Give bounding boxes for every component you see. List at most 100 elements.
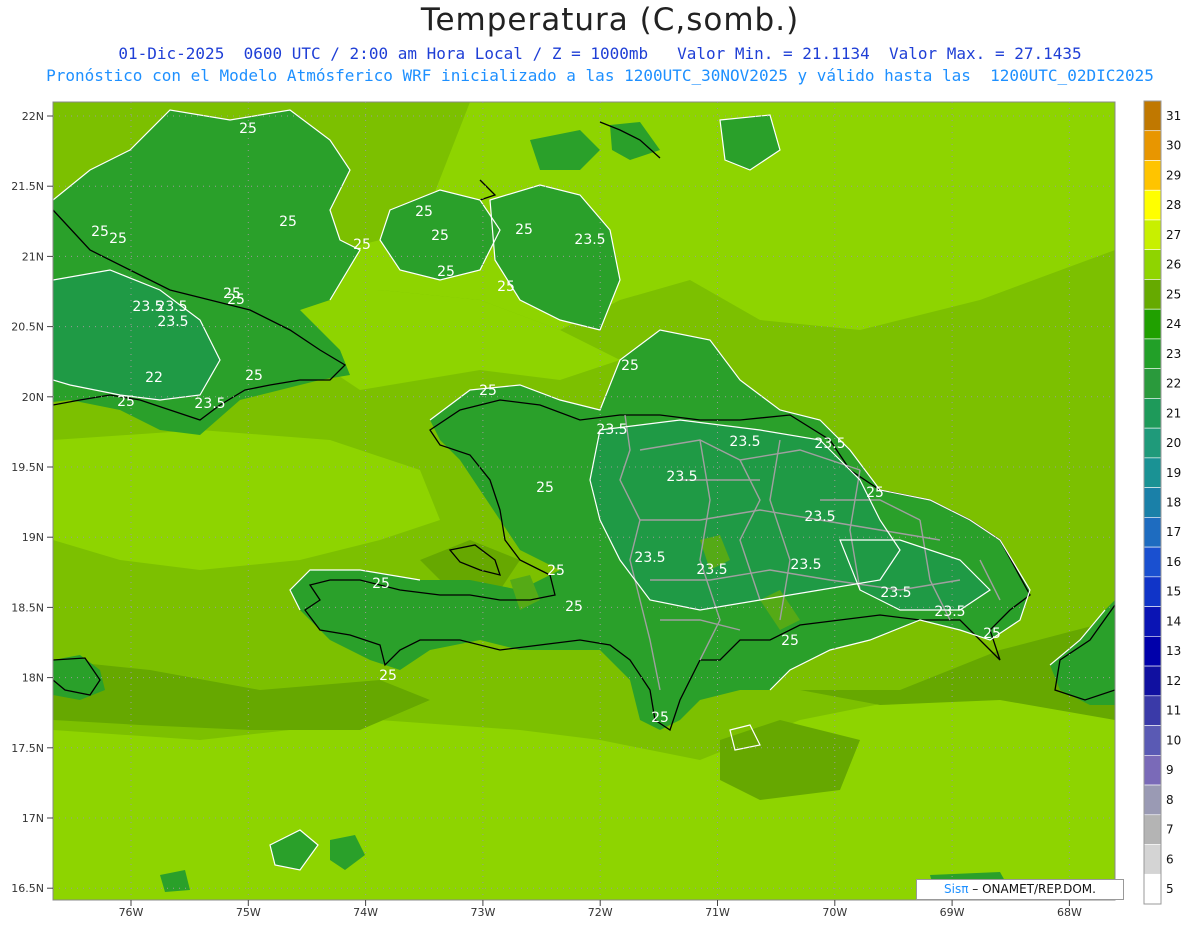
colorbar-swatch bbox=[1143, 695, 1162, 726]
lon-tick-label: 71W bbox=[705, 906, 730, 919]
colorbar-swatch bbox=[1143, 844, 1162, 875]
colorbar-label: 21 bbox=[1166, 406, 1181, 420]
contour-label: 23.5 bbox=[157, 314, 188, 330]
contour-label: 25 bbox=[109, 231, 127, 247]
contour-label: 23.5 bbox=[596, 422, 627, 438]
colorbar-swatch bbox=[1143, 814, 1162, 845]
colorbar-swatch bbox=[1143, 338, 1162, 369]
map-plot-area: 252525 2525252523.523.523.522252523.52525… bbox=[53, 102, 1115, 900]
longitude-axis: 76W 75W 74W 73W 72W 71W 70W 69W 68W bbox=[119, 900, 1082, 919]
colorbar-swatch bbox=[1143, 606, 1162, 637]
contour-label: 25 bbox=[91, 224, 109, 240]
lon-tick-label: 72W bbox=[588, 906, 613, 919]
colorbar-label: 27 bbox=[1166, 228, 1181, 242]
colorbar-swatch bbox=[1143, 457, 1162, 488]
colorbar-swatch bbox=[1143, 546, 1162, 578]
colorbar-label: 15 bbox=[1166, 585, 1181, 599]
colorbar-label: 20 bbox=[1166, 436, 1181, 450]
contour-label: 23.5 bbox=[790, 557, 821, 573]
colorbar-swatch bbox=[1143, 398, 1162, 429]
lat-tick-label: 19N bbox=[22, 531, 44, 544]
colorbar-label: 30 bbox=[1166, 139, 1181, 153]
lat-tick-label: 20N bbox=[22, 391, 44, 404]
lat-tick-label: 17.5N bbox=[11, 742, 44, 755]
contour-label: 23.5 bbox=[804, 509, 835, 525]
contour-label: 25 bbox=[565, 599, 583, 615]
lon-tick-label: 73W bbox=[470, 906, 495, 919]
lat-tick-label: 19.5N bbox=[11, 461, 44, 474]
colorbar-swatch bbox=[1143, 249, 1162, 280]
colorbar-label: 31 bbox=[1166, 109, 1181, 123]
colorbar-swatch bbox=[1143, 189, 1162, 221]
colorbar-label: 28 bbox=[1166, 198, 1181, 212]
colorbar-label: 5 bbox=[1166, 882, 1174, 896]
contour-label: 23.5 bbox=[814, 436, 845, 452]
contour-label: 23.5 bbox=[634, 550, 665, 566]
colorbar-label: 8 bbox=[1166, 793, 1174, 807]
contour-label: 23.5 bbox=[574, 232, 605, 248]
colorbar-label: 17 bbox=[1166, 525, 1181, 539]
contour-label: 25 bbox=[781, 633, 799, 649]
lon-tick-label: 74W bbox=[353, 906, 378, 919]
colorbar-swatch bbox=[1143, 725, 1162, 756]
colorbar-label: 10 bbox=[1166, 733, 1181, 747]
lat-tick-label: 21.5N bbox=[11, 180, 44, 193]
credit-text: – ONAMET/REP.DOM. bbox=[972, 882, 1096, 896]
colorbar-label: 19 bbox=[1166, 466, 1181, 480]
colorbar-label: 23 bbox=[1166, 347, 1181, 361]
credit-box: Sisπ – ONAMET/REP.DOM. bbox=[916, 879, 1124, 900]
lat-tick-label: 18N bbox=[22, 672, 44, 685]
colorbar-swatch bbox=[1143, 308, 1162, 340]
contour-label: 25 bbox=[866, 485, 884, 501]
colorbar-label: 29 bbox=[1166, 168, 1181, 182]
colorbar-label: 12 bbox=[1166, 674, 1181, 688]
contour-label: 25 bbox=[479, 383, 497, 399]
contour-label: 25 bbox=[547, 563, 565, 579]
contour-label: 25 bbox=[379, 668, 397, 684]
contour-label: 23.5 bbox=[666, 469, 697, 485]
contour-label: 25 bbox=[437, 264, 455, 280]
contour-label: 23.5 bbox=[696, 562, 727, 578]
contour-label: 25 bbox=[497, 279, 515, 295]
colorbar-label: 6 bbox=[1166, 852, 1174, 866]
contour-label: 25 bbox=[431, 228, 449, 244]
colorbar-label: 16 bbox=[1166, 555, 1181, 569]
colorbar-swatch bbox=[1143, 873, 1162, 905]
colorbar-swatch bbox=[1143, 219, 1162, 251]
colorbar-swatch bbox=[1143, 784, 1162, 816]
colorbar-label: 26 bbox=[1166, 258, 1181, 272]
colorbar-swatch bbox=[1143, 279, 1162, 310]
colorbar-swatch bbox=[1143, 130, 1162, 161]
contour-label: 22 bbox=[145, 370, 163, 386]
contour-label: 23.5 bbox=[934, 604, 965, 620]
colorbar-swatch bbox=[1143, 754, 1162, 786]
contour-label: 25 bbox=[536, 480, 554, 496]
colorbar-label: 11 bbox=[1166, 704, 1181, 718]
contour-label: 23.5 bbox=[132, 299, 163, 315]
colorbar-label: 24 bbox=[1166, 317, 1181, 331]
colorbar-swatch bbox=[1143, 576, 1162, 607]
lon-tick-label: 68W bbox=[1057, 906, 1082, 919]
lat-tick-label: 22N bbox=[22, 110, 44, 123]
contour-label: 25 bbox=[239, 121, 257, 137]
colorbar-label: 14 bbox=[1166, 614, 1181, 628]
contour-label: 25 bbox=[651, 710, 669, 726]
colorbar-swatch bbox=[1143, 487, 1162, 518]
colorbar: 31 30 29 28 27 26 25 24 23 22 21 20 19 18 17 16 15 14 13 12… bbox=[1143, 100, 1181, 905]
lon-tick-label: 76W bbox=[119, 906, 144, 919]
lat-tick-label: 17N bbox=[22, 812, 44, 825]
contour-label: 25 bbox=[223, 286, 241, 302]
contour-label: 25 bbox=[515, 222, 533, 238]
temperature-map: 252525 2525252523.523.523.522252523.52525… bbox=[11, 100, 1181, 919]
colorbar-swatch bbox=[1143, 636, 1162, 667]
lon-tick-label: 75W bbox=[236, 906, 261, 919]
contour-label: 23.5 bbox=[880, 585, 911, 601]
colorbar-label: 22 bbox=[1166, 377, 1181, 391]
latitude-axis: 22N 21.5N 21N 20.5N 20N 19.5N 19N 18.5N 18N 17.5N… bbox=[11, 110, 53, 895]
colorbar-label: 18 bbox=[1166, 496, 1181, 510]
pi-symbol: π bbox=[961, 882, 969, 896]
colorbar-swatch bbox=[1143, 517, 1162, 548]
contour-label: 23.5 bbox=[194, 396, 225, 412]
colorbar-label: 7 bbox=[1166, 823, 1174, 837]
contour-label: 23.5 bbox=[729, 434, 760, 450]
